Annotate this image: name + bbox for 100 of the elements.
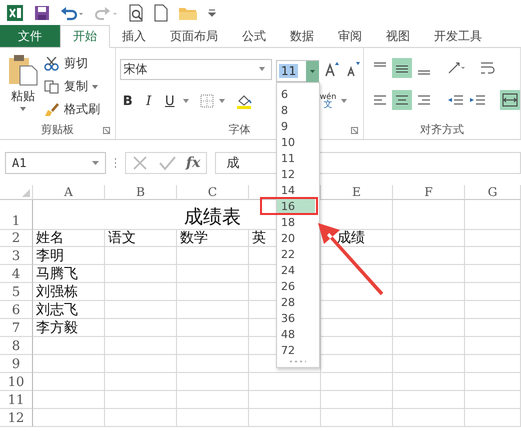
row-header[interactable]: 2	[0, 230, 33, 247]
italic-button[interactable]: I	[140, 94, 157, 108]
font-size-field[interactable]: 11	[276, 60, 319, 82]
font-size-option[interactable]: 10	[277, 135, 315, 149]
highlight-box	[260, 197, 318, 215]
dialog-launcher-icon[interactable]	[351, 127, 358, 134]
font-size-option[interactable]: 26	[277, 279, 315, 293]
ribbon-tab[interactable]: 页面布局	[158, 25, 230, 47]
table-cell	[33, 337, 105, 355]
font-size-option[interactable]: 28	[277, 295, 315, 309]
scissors-icon	[44, 56, 60, 70]
table-cell	[177, 247, 249, 265]
font-size-option[interactable]: 6	[277, 87, 315, 101]
font-size-option[interactable]: 16	[277, 199, 315, 213]
paste-button[interactable]: 粘贴	[8, 54, 38, 119]
ribbon-tab[interactable]: 审阅	[326, 25, 374, 47]
table-cell	[465, 200, 521, 230]
font-size-option[interactable]: 72	[277, 343, 315, 357]
excel-logo-icon[interactable]	[6, 4, 24, 22]
table-cell	[393, 301, 465, 319]
caret-icon	[20, 107, 26, 111]
column-header[interactable]: C	[177, 185, 249, 200]
copy-button[interactable]: 复制	[44, 77, 100, 96]
ribbon-tab[interactable]: 开始	[60, 25, 110, 48]
table-cell	[105, 391, 177, 409]
ribbon-tab[interactable]: 开发工具	[422, 25, 494, 47]
shrink-font-icon[interactable]	[344, 61, 361, 77]
table-cell	[465, 247, 521, 265]
font-size-option[interactable]: 14	[277, 183, 315, 197]
table-cell	[465, 355, 521, 373]
bold-button[interactable]: B	[120, 94, 136, 108]
ribbon-tab[interactable]: 数据	[278, 25, 326, 47]
font-size-option[interactable]: 11	[277, 151, 315, 165]
table-cell: 李方毅	[33, 319, 105, 337]
table-cell	[177, 373, 249, 391]
new-document-icon[interactable]	[154, 4, 168, 22]
table-cell: 李明	[33, 247, 105, 265]
font-size-option[interactable]: 8	[277, 103, 315, 117]
table-cell	[465, 230, 521, 247]
grow-font-icon[interactable]	[324, 61, 340, 77]
column-header[interactable]: E	[321, 185, 393, 200]
row-header[interactable]: 6	[0, 301, 33, 319]
ribbon-tab[interactable]: 插入	[110, 25, 158, 47]
table-cell	[465, 319, 521, 337]
align-middle-icon[interactable]	[392, 58, 412, 78]
table-cell	[177, 265, 249, 283]
dialog-launcher-icon[interactable]	[102, 127, 110, 134]
row-header[interactable]: 10	[0, 373, 33, 391]
customize-caret-icon[interactable]	[208, 8, 216, 16]
underline-button[interactable]: U	[162, 94, 178, 108]
row-header[interactable]: 1	[0, 200, 33, 230]
borders-icon[interactable]	[200, 94, 214, 108]
row-header[interactable]: 12	[0, 409, 33, 427]
row-header[interactable]: 7	[0, 319, 33, 337]
table-cell	[33, 409, 105, 427]
caret-icon[interactable]	[182, 99, 189, 103]
table-cell	[105, 247, 177, 265]
row-header[interactable]: 3	[0, 247, 33, 265]
table-cell	[105, 355, 177, 373]
insert-function-button[interactable]: fx	[186, 155, 200, 171]
column-header[interactable]: G	[465, 185, 521, 200]
row-header[interactable]: 9	[0, 355, 33, 373]
table-cell	[177, 409, 249, 427]
resize-grip-icon[interactable]	[289, 360, 307, 363]
font-size-option[interactable]: 20	[277, 231, 315, 245]
column-header[interactable]: B	[105, 185, 177, 200]
brush-icon	[44, 102, 60, 116]
table-cell	[33, 355, 105, 373]
row-header[interactable]: 4	[0, 265, 33, 283]
row-header[interactable]: 5	[0, 283, 33, 301]
name-box[interactable]: A1	[5, 152, 106, 174]
font-name-dropdown[interactable]: 宋体	[120, 58, 272, 80]
table-cell	[105, 373, 177, 391]
fill-color-icon[interactable]	[236, 93, 252, 109]
phonetic-button[interactable]: wén 文	[320, 92, 336, 110]
row-header[interactable]: 8	[0, 337, 33, 355]
merge-center-icon[interactable]	[500, 90, 520, 110]
font-size-option[interactable]: 18	[277, 215, 315, 229]
font-size-option[interactable]: 9	[277, 119, 315, 133]
undo-icon[interactable]	[60, 4, 84, 20]
ribbon-tab[interactable]: 文件	[0, 25, 60, 47]
format-painter-button[interactable]: 格式刷	[44, 100, 100, 119]
ribbon-tab[interactable]: 视图	[374, 25, 422, 47]
column-header[interactable]: F	[393, 185, 465, 200]
group-label: 字体	[228, 122, 250, 136]
font-size-option[interactable]: 24	[277, 263, 315, 277]
caret-icon[interactable]	[341, 99, 348, 103]
checkmark-icon[interactable]	[158, 155, 176, 171]
save-icon[interactable]	[34, 4, 50, 20]
caret-icon[interactable]	[218, 99, 225, 103]
row-header[interactable]: 11	[0, 391, 33, 409]
column-header[interactable]: A	[33, 185, 105, 200]
print-preview-icon[interactable]	[128, 4, 144, 22]
cut-button[interactable]: 剪切	[44, 54, 100, 73]
font-size-option[interactable]: 36	[277, 311, 315, 325]
ribbon-tab[interactable]: 公式	[230, 25, 278, 47]
font-size-option[interactable]: 48	[277, 327, 315, 341]
font-size-option[interactable]: 22	[277, 247, 315, 261]
table-cell	[177, 301, 249, 319]
align-center-icon[interactable]	[392, 90, 412, 110]
